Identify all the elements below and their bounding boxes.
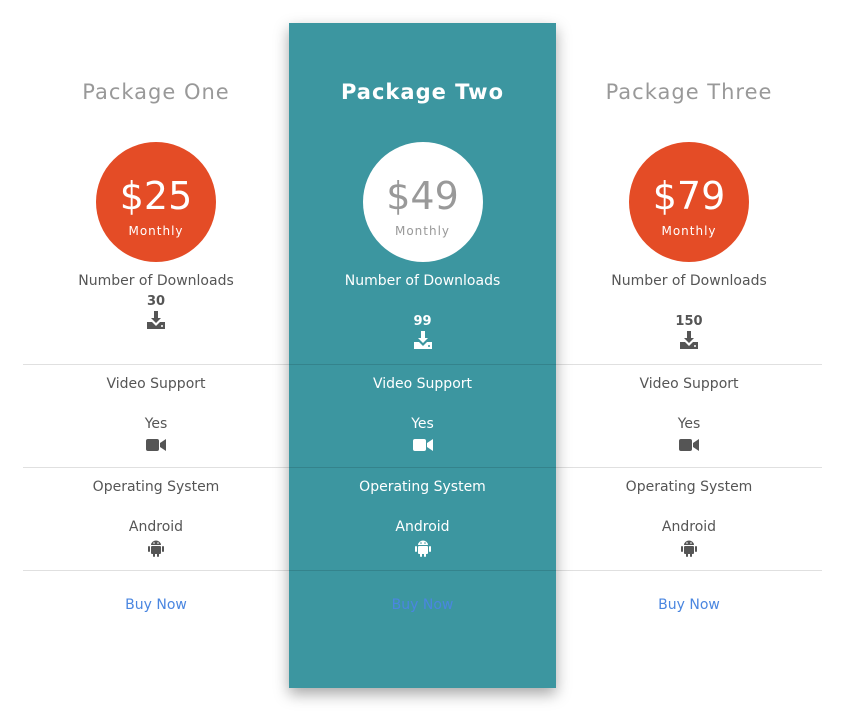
video-value: Yes xyxy=(677,416,701,432)
package-one-column: Package One $25 Monthly Number of Downlo… xyxy=(23,0,289,712)
downloads-label: Number of Downloads xyxy=(344,273,501,289)
video-value: Yes xyxy=(144,416,168,432)
price-circle: $79 Monthly xyxy=(629,142,749,262)
package-three-column: Package Three $79 Monthly Number of Down… xyxy=(556,0,822,712)
video-camera-icon xyxy=(145,436,167,454)
android-icon xyxy=(145,539,167,557)
video-label: Video Support xyxy=(106,376,206,392)
price-value: $25 xyxy=(119,174,193,218)
video-camera-icon xyxy=(678,436,700,454)
os-label: Operating System xyxy=(92,479,220,495)
downloads-label: Number of Downloads xyxy=(78,273,234,289)
download-icon xyxy=(145,311,167,329)
buy-now-link[interactable]: Buy Now xyxy=(556,597,822,613)
price-value: $49 xyxy=(386,174,459,218)
os-value: Android xyxy=(395,519,450,535)
package-title: Package One xyxy=(82,80,230,104)
downloads-value: 30 xyxy=(146,294,166,309)
os-label: Operating System xyxy=(625,479,753,495)
price-period: Monthly xyxy=(394,224,451,238)
download-icon xyxy=(678,331,700,349)
buy-now-link[interactable]: Buy Now xyxy=(289,597,556,613)
downloads-label: Number of Downloads xyxy=(611,273,767,289)
download-icon xyxy=(412,331,434,349)
downloads-value: 99 xyxy=(413,314,432,329)
downloads-value: 150 xyxy=(675,314,703,329)
package-title: Package Two xyxy=(340,80,504,104)
price-value: $79 xyxy=(652,174,726,218)
video-label: Video Support xyxy=(372,376,473,392)
price-period: Monthly xyxy=(661,224,717,238)
os-value: Android xyxy=(661,519,717,535)
package-two-column: Package Two $49 Monthly Number of Downlo… xyxy=(289,0,556,712)
os-label: Operating System xyxy=(359,479,486,495)
android-icon xyxy=(412,539,434,557)
buy-now-link[interactable]: Buy Now xyxy=(23,597,289,613)
price-circle: $25 Monthly xyxy=(96,142,216,262)
video-camera-icon xyxy=(412,436,434,454)
video-value: Yes xyxy=(411,416,434,432)
os-value: Android xyxy=(128,519,184,535)
android-icon xyxy=(678,539,700,557)
package-title: Package Three xyxy=(605,80,773,104)
price-circle: $49 Monthly xyxy=(362,142,483,262)
price-period: Monthly xyxy=(128,224,184,238)
video-label: Video Support xyxy=(639,376,739,392)
